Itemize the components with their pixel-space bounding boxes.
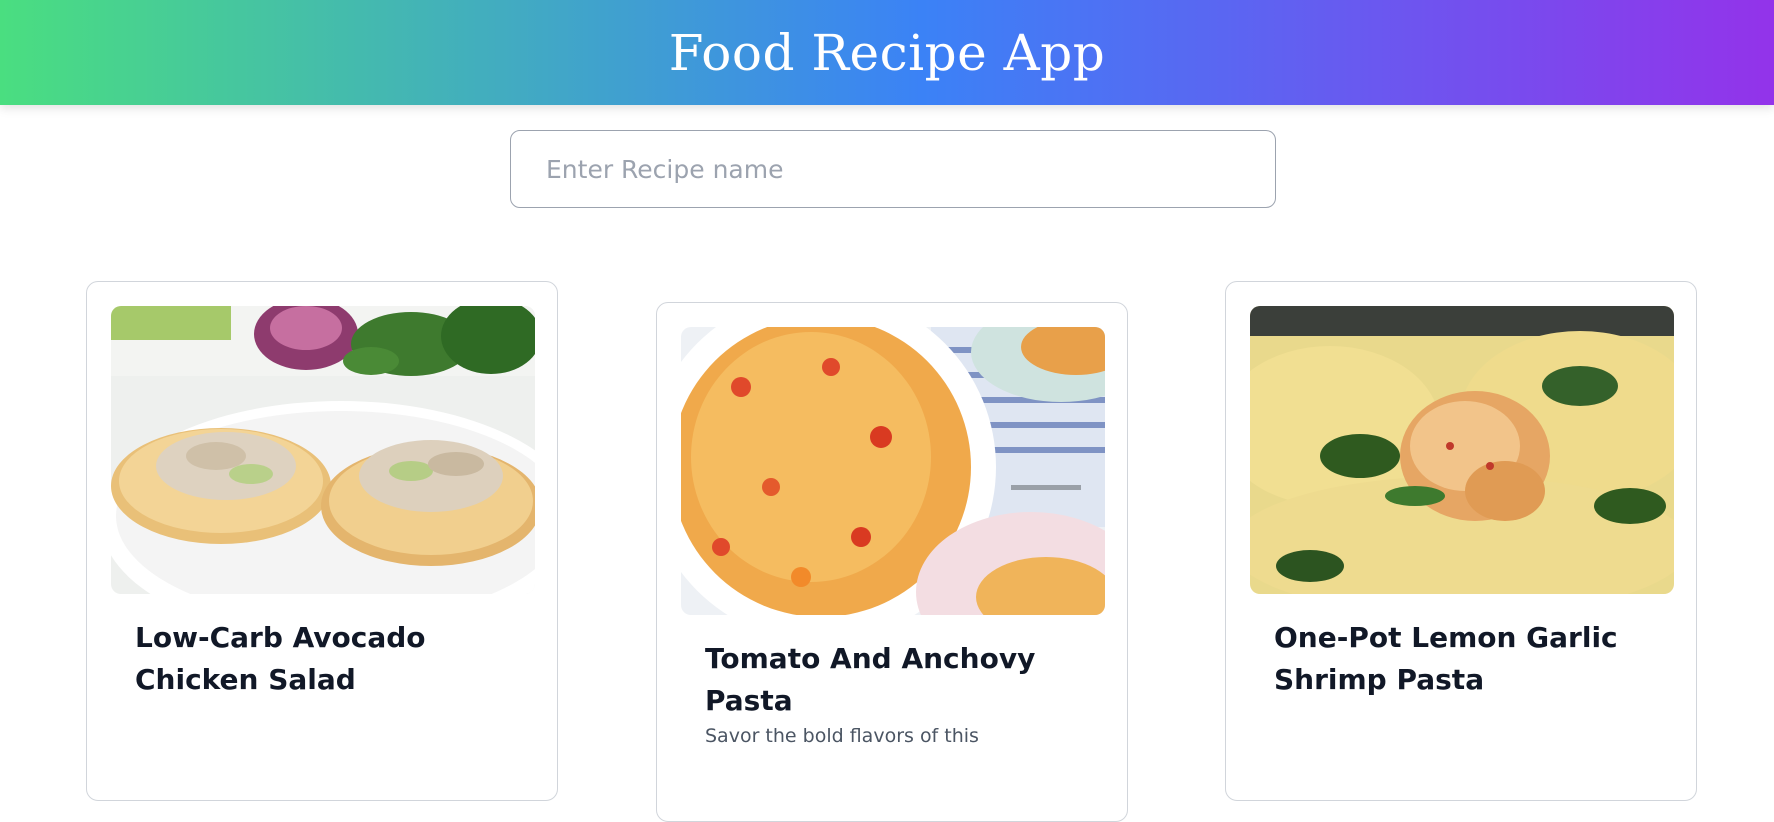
tomato-pasta-photo	[681, 327, 1105, 615]
recipe-title: Tomato And Anchovy Pasta	[705, 642, 1036, 717]
shrimp-pasta-photo	[1250, 306, 1674, 594]
app-header: Food Recipe App	[0, 0, 1774, 105]
chicken-salad-photo	[111, 306, 535, 594]
recipe-card[interactable]: One-Pot Lemon Garlic Shrimp Pasta	[1225, 281, 1697, 801]
recipe-description: Savor the bold flavors of this	[705, 725, 979, 747]
recipe-title: One-Pot Lemon Garlic Shrimp Pasta	[1274, 621, 1618, 696]
recipe-search-input[interactable]	[510, 130, 1276, 208]
app-title: Food Recipe App	[668, 23, 1106, 82]
recipe-card[interactable]: Low-Carb Avocado Chicken Salad	[86, 281, 558, 801]
recipe-title: Low-Carb Avocado Chicken Salad	[135, 621, 426, 696]
recipe-card[interactable]: Tomato And Anchovy Pasta Savor the bold …	[656, 302, 1128, 822]
